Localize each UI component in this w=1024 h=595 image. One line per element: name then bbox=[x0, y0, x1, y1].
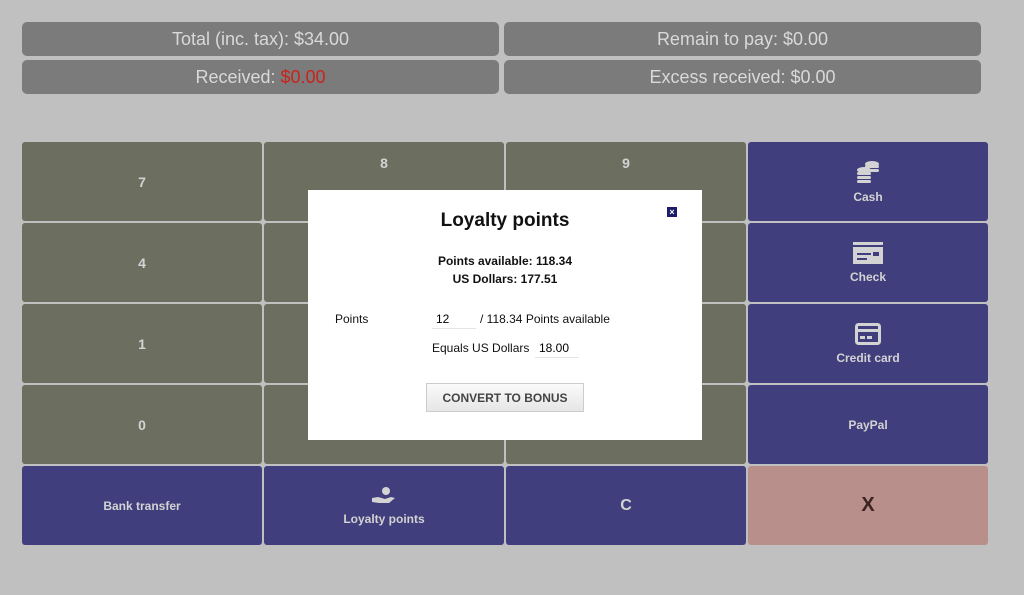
equals-label: Equals US Dollars bbox=[432, 341, 530, 355]
points-suffix: / 118.34 Points available bbox=[480, 312, 610, 326]
convert-to-bonus-button[interactable]: CONVERT TO BONUS bbox=[426, 383, 584, 412]
loyalty-points-dialog: × Loyalty points Points available: 118.3… bbox=[308, 190, 702, 440]
points-label: Points bbox=[335, 312, 369, 326]
us-dollars: US Dollars: 177.51 bbox=[452, 272, 558, 286]
dialog-title: Loyalty points bbox=[440, 210, 570, 231]
dollars-input[interactable] bbox=[535, 339, 579, 358]
points-input[interactable] bbox=[432, 310, 476, 329]
points-available: Points available: 118.34 bbox=[437, 254, 573, 268]
